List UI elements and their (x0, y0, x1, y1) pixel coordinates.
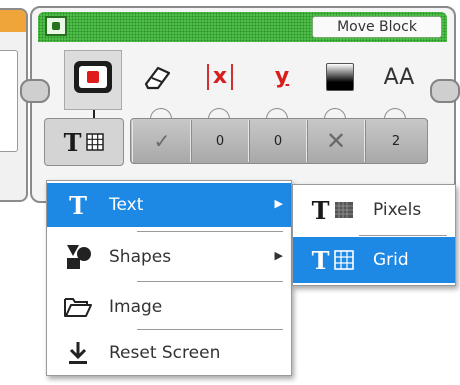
submenu-item-grid[interactable]: T Grid (293, 237, 455, 283)
mode-menu: T Text ▶ Shapes ▶ Image Reset Screen (46, 180, 292, 376)
sequence-input-plug[interactable] (20, 79, 50, 103)
menu-item-image[interactable]: Image (47, 285, 291, 329)
font-size-param: AA (383, 64, 415, 90)
display-target-icon (74, 61, 112, 93)
text-t-icon: T (311, 195, 330, 225)
submenu-arrow-icon: ▶ (274, 197, 283, 210)
color-value[interactable]: ✕ (306, 120, 366, 162)
y-value[interactable]: 0 (248, 120, 308, 162)
previous-block-panel (0, 50, 18, 152)
grid-icon (86, 133, 105, 151)
menu-item-shapes[interactable]: Shapes ▶ (47, 235, 291, 279)
text-t-icon: T (311, 245, 330, 275)
grid-icon (334, 250, 355, 270)
submenu-item-pixels[interactable]: T Pixels (293, 187, 455, 233)
display-icon (45, 16, 67, 36)
download-icon (69, 342, 87, 364)
x-param: x (198, 60, 242, 94)
submenu-arrow-icon: ▶ (274, 249, 283, 262)
menu-separator (137, 329, 283, 330)
folder-open-icon (64, 298, 92, 317)
sequence-output-plug[interactable] (430, 79, 460, 103)
block-comment-title[interactable]: Move Block (312, 16, 442, 38)
text-t-icon: T (63, 127, 82, 157)
color-param (318, 60, 362, 94)
previous-block[interactable] (0, 8, 28, 202)
text-t-icon: T (69, 190, 87, 220)
previous-block-header (0, 10, 26, 32)
clear-screen-param (135, 60, 179, 94)
menu-separator (359, 235, 447, 236)
color-swatch-icon (326, 63, 354, 91)
pixels-icon (335, 202, 354, 218)
mode-text-grid-button[interactable]: T (44, 118, 124, 166)
menu-item-text[interactable]: T Text ▶ (47, 183, 291, 227)
text-submenu: T Pixels T Grid (292, 184, 456, 286)
menu-separator (137, 281, 283, 282)
shapes-icon (67, 245, 91, 269)
y-param: y (274, 64, 290, 89)
eraser-icon (144, 66, 171, 90)
menu-separator (137, 231, 283, 232)
clear-screen-value[interactable]: ✓ (132, 120, 192, 162)
menu-item-reset-screen[interactable]: Reset Screen (47, 331, 291, 375)
x-value[interactable]: 0 (190, 120, 250, 162)
font-size-value[interactable]: 2 (364, 120, 428, 162)
